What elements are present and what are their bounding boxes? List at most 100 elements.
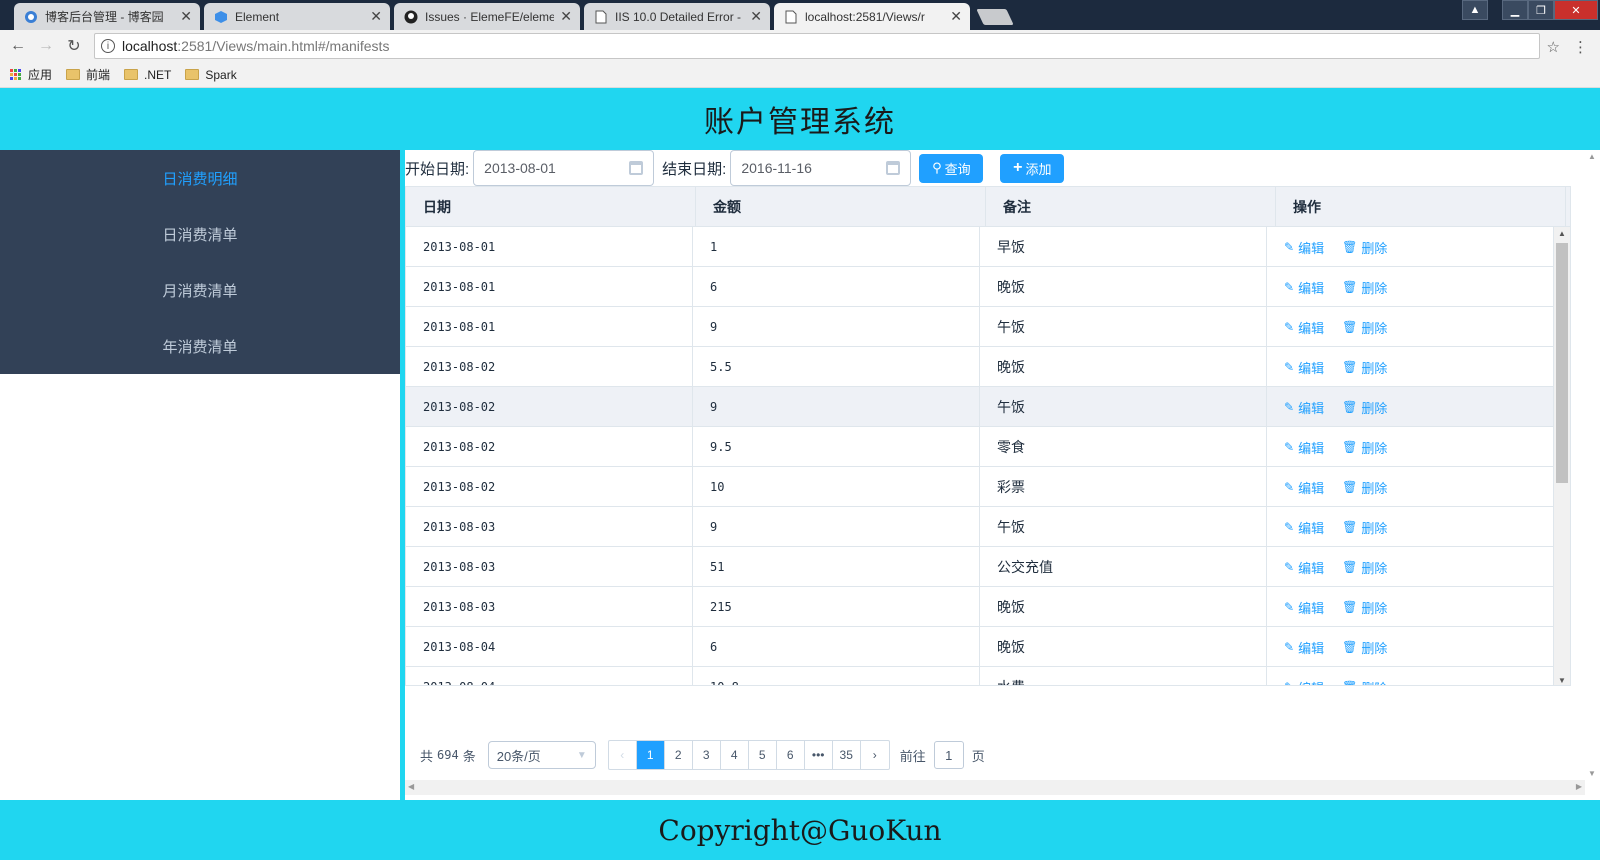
pencil-icon: ✎ [1284, 640, 1295, 654]
start-date-value: 2013-08-01 [484, 160, 556, 176]
scroll-up-icon[interactable]: ▲ [1558, 229, 1566, 238]
delete-button[interactable]: 🗑删除 [1342, 518, 1387, 537]
cell-actions: ✎编辑 🗑删除 [1267, 587, 1554, 627]
page-number-button[interactable]: 5 [749, 741, 777, 769]
goto-page-input[interactable]: 1 [933, 741, 964, 769]
edit-button[interactable]: ✎编辑 [1284, 478, 1324, 497]
delete-button[interactable]: 🗑删除 [1342, 598, 1387, 617]
edit-button[interactable]: ✎编辑 [1284, 358, 1324, 377]
page-horizontal-scrollbar[interactable]: ◀ ▶ [405, 780, 1585, 795]
table-scrollbar[interactable]: ▲ ▼ [1554, 227, 1570, 685]
scrollbar-thumb[interactable] [1556, 243, 1568, 483]
close-icon[interactable]: ✕ [560, 8, 572, 25]
more-pages-icon[interactable]: ••• [805, 741, 833, 769]
delete-label: 删除 [1361, 480, 1388, 496]
forward-icon[interactable]: → [36, 36, 56, 56]
bookmark-apps[interactable]: 应用 [10, 66, 52, 83]
page-scrollbar[interactable]: ▲ ▼ [1585, 150, 1600, 780]
bookmark-folder[interactable]: .NET [124, 68, 171, 82]
address-input[interactable]: i localhost:2581/Views/main.html#/manife… [94, 33, 1540, 59]
edit-button[interactable]: ✎编辑 [1284, 278, 1324, 297]
page-number-button[interactable]: 6 [777, 741, 805, 769]
edit-button[interactable]: ✎编辑 [1284, 558, 1324, 577]
browser-tab[interactable]: 博客后台管理 - 博客园 ✕ [14, 3, 200, 30]
delete-button[interactable]: 🗑删除 [1342, 358, 1387, 377]
cell-actions: ✎编辑 🗑删除 [1267, 427, 1554, 467]
browser-tab[interactable]: IIS 10.0 Detailed Error - ✕ [584, 3, 770, 30]
sidebar-item-daily-list[interactable]: 日消费清单 [0, 206, 400, 262]
delete-button[interactable]: 🗑删除 [1342, 678, 1387, 685]
bookmark-folder[interactable]: Spark [185, 68, 237, 82]
page-number-button[interactable]: 1 [636, 741, 665, 769]
delete-button[interactable]: 🗑删除 [1342, 638, 1387, 657]
edit-button[interactable]: ✎编辑 [1284, 398, 1324, 417]
cell-actions: ✎编辑 🗑删除 [1267, 387, 1554, 427]
browser-tab-active[interactable]: localhost:2581/Views/r ✕ [774, 3, 970, 30]
page-size-select[interactable]: 20条/页 ▼ [487, 741, 596, 769]
scroll-down-icon[interactable]: ▼ [1588, 769, 1596, 778]
minimize-icon[interactable]: ▁ [1502, 0, 1528, 20]
close-icon[interactable]: ✕ [180, 8, 192, 25]
table-row: 2013-08-03 9 午饭 ✎ 编辑 🗑 删除 [406, 507, 1554, 547]
next-page-icon[interactable]: › [861, 741, 889, 769]
close-icon[interactable]: ✕ [750, 8, 762, 25]
menu-icon[interactable]: ⋮ [1573, 38, 1588, 56]
maximize-icon[interactable]: ❐ [1528, 0, 1554, 20]
start-date-input[interactable]: 2013-08-01 [473, 150, 655, 186]
delete-label: 删除 [1361, 520, 1388, 536]
sidebar-item-daily-detail[interactable]: 日消费明细 [0, 150, 400, 206]
page-number-button[interactable]: 4 [721, 741, 749, 769]
browser-tab[interactable]: Element ✕ [204, 3, 390, 30]
column-header-remark: 备注 [986, 187, 1276, 227]
trash-icon: 🗑 [1342, 560, 1358, 574]
bookmark-folder[interactable]: 前端 [66, 66, 110, 83]
close-icon[interactable]: ✕ [370, 8, 382, 25]
profile-icon[interactable]: ▲ [1462, 0, 1488, 20]
edit-button[interactable]: ✎编辑 [1284, 238, 1324, 257]
new-tab-button[interactable] [976, 9, 1014, 25]
scroll-right-icon[interactable]: ▶ [1576, 782, 1582, 791]
table-row: 2013-08-02 9 午饭 ✎ 编辑 🗑 删除 [406, 387, 1554, 427]
page-number-button[interactable]: 2 [665, 741, 693, 769]
close-icon[interactable]: ✕ [950, 8, 962, 25]
delete-button[interactable]: 🗑删除 [1342, 438, 1387, 457]
edit-button[interactable]: ✎编辑 [1284, 678, 1324, 685]
cell-actions: ✎编辑 🗑删除 [1267, 307, 1554, 347]
browser-tab[interactable]: Issues · ElemeFE/eleme ✕ [394, 3, 580, 30]
query-button[interactable]: ⚲ 查询 [919, 153, 984, 183]
scroll-up-icon[interactable]: ▲ [1588, 152, 1596, 161]
end-date-input[interactable]: 2016-11-16 [730, 150, 912, 186]
edit-button[interactable]: ✎编辑 [1284, 318, 1324, 337]
cell-date: 2013-08-02 [406, 387, 693, 427]
edit-button[interactable]: ✎编辑 [1284, 638, 1324, 657]
trash-icon: 🗑 [1342, 440, 1358, 454]
back-icon[interactable]: ← [8, 36, 28, 56]
table-row: 2013-08-02 9.5 零食 ✎ 编辑 🗑 删除 [406, 427, 1554, 467]
delete-button[interactable]: 🗑删除 [1342, 318, 1387, 337]
scroll-left-icon[interactable]: ◀ [408, 782, 414, 791]
window-close-icon[interactable]: ✕ [1554, 0, 1598, 20]
bookmark-star-icon[interactable]: ☆ [1547, 38, 1560, 56]
page-number-button[interactable]: 3 [693, 741, 721, 769]
cell-amount: 1 [693, 227, 980, 267]
delete-button[interactable]: 🗑删除 [1342, 238, 1387, 257]
add-button[interactable]: + 添加 [1000, 153, 1065, 183]
delete-button[interactable]: 🗑删除 [1342, 278, 1387, 297]
sidebar-item-monthly-list[interactable]: 月消费清单 [0, 262, 400, 318]
page-number-button[interactable]: 35 [833, 741, 861, 769]
pencil-icon: ✎ [1284, 480, 1295, 494]
delete-button[interactable]: 🗑删除 [1342, 398, 1387, 417]
edit-button[interactable]: ✎编辑 [1284, 598, 1324, 617]
info-icon[interactable]: i [101, 39, 115, 53]
edit-button[interactable]: ✎编辑 [1284, 438, 1324, 457]
pencil-icon: ✎ [1284, 240, 1295, 254]
cell-actions: ✎编辑 🗑删除 [1267, 467, 1554, 507]
scroll-down-icon[interactable]: ▼ [1558, 676, 1566, 685]
delete-button[interactable]: 🗑删除 [1342, 558, 1387, 577]
sidebar-item-yearly-list[interactable]: 年消费清单 [0, 318, 400, 374]
reload-icon[interactable]: ↻ [64, 36, 84, 56]
delete-button[interactable]: 🗑删除 [1342, 478, 1387, 497]
prev-page-icon[interactable]: ‹ [609, 741, 637, 769]
cell-remark: 早饭 [980, 227, 1267, 267]
edit-button[interactable]: ✎编辑 [1284, 518, 1324, 537]
